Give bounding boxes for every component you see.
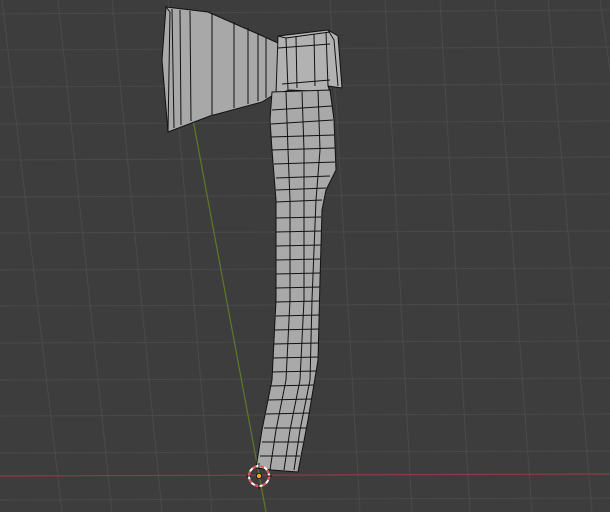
y-axis-line	[185, 81, 267, 512]
x-axis-line	[0, 473, 610, 477]
3d-viewport[interactable]	[0, 0, 610, 512]
object-origin-point	[255, 472, 262, 479]
viewport-canvas[interactable]	[0, 0, 610, 512]
axe-head[interactable]	[275, 29, 343, 95]
axe-blade[interactable]	[161, 6, 279, 133]
